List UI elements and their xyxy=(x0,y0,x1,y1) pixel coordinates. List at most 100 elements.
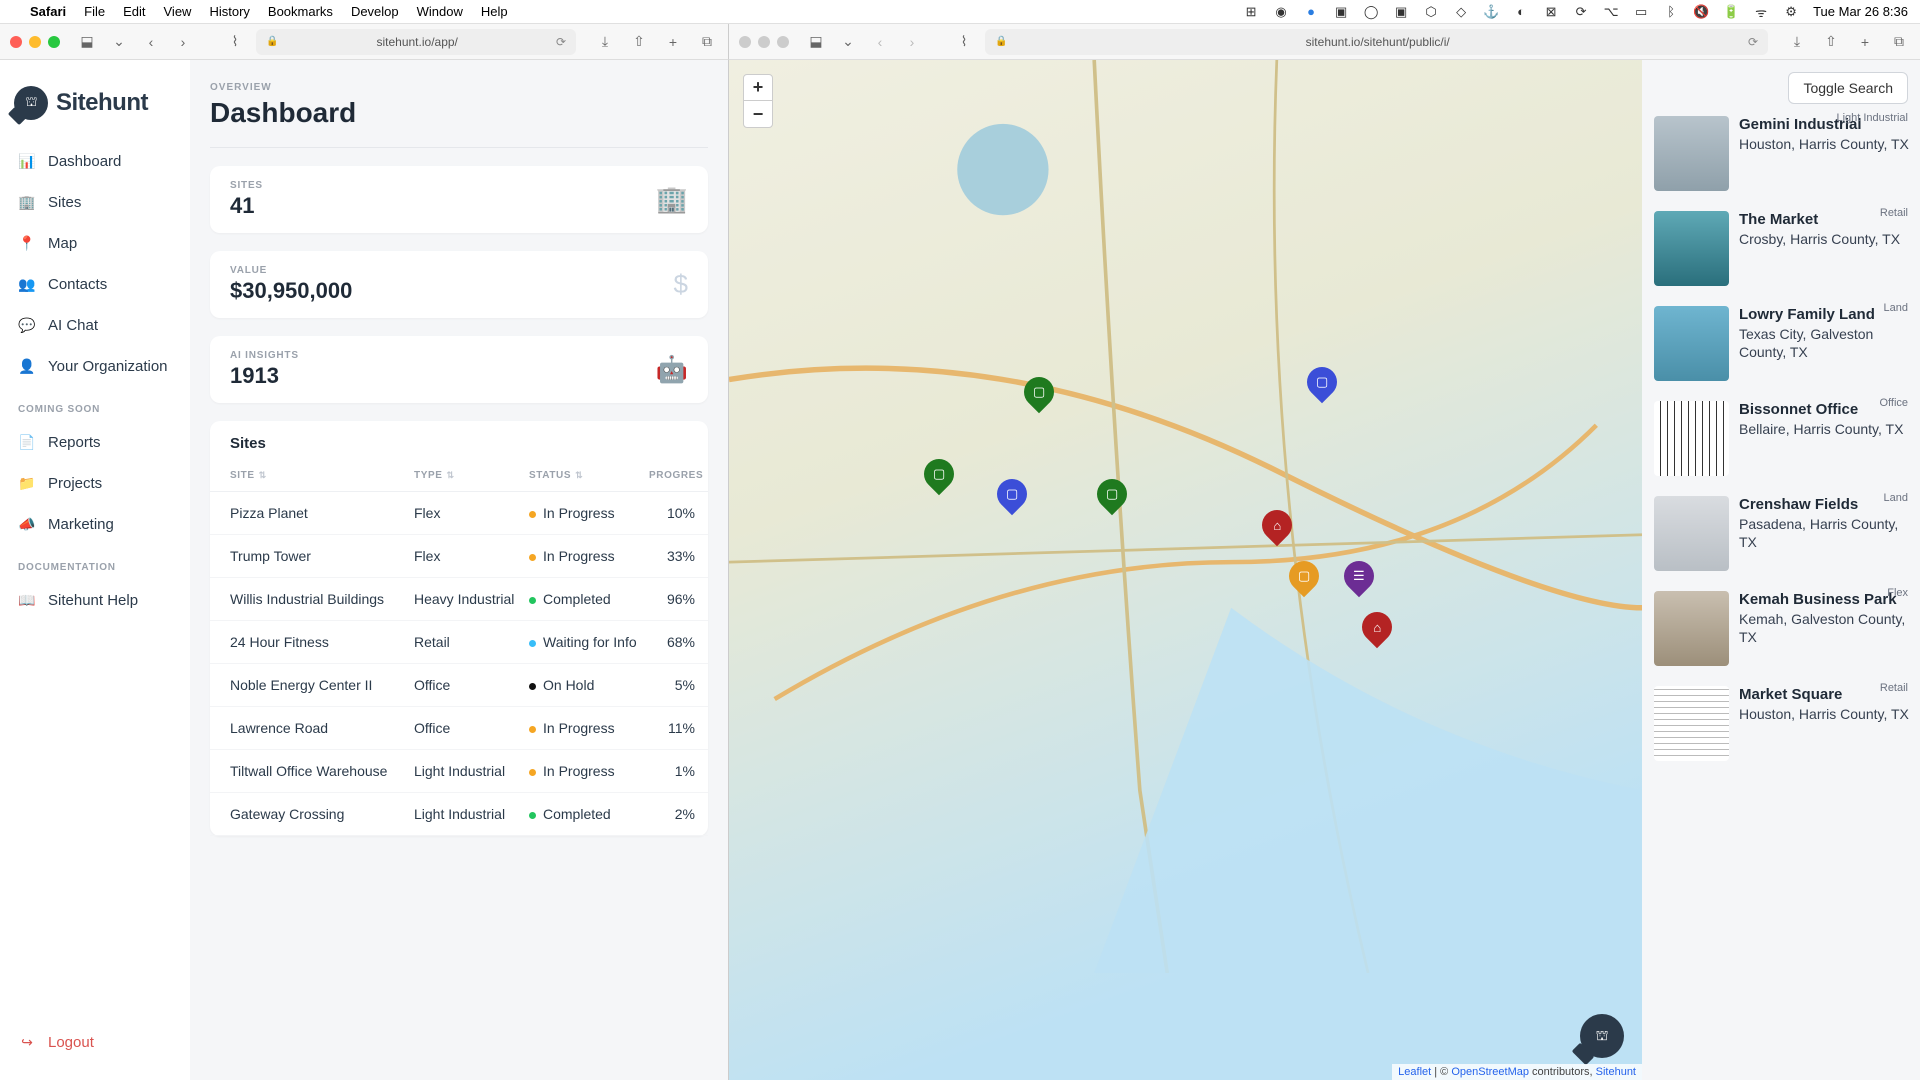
sidebar-item-logout[interactable]: ↪Logout xyxy=(12,1025,178,1060)
address-bar[interactable]: 🔒 sitehunt.io/app/ ⟳ xyxy=(256,29,576,55)
table-row[interactable]: Noble Energy Center IIOfficeOn Hold5% xyxy=(210,664,708,707)
table-row[interactable]: Trump TowerFlexIn Progress33% xyxy=(210,535,708,578)
share-icon[interactable]: ⇧ xyxy=(1820,31,1842,53)
map-pin[interactable]: ☰ xyxy=(1344,561,1374,601)
reload-icon[interactable]: ⟳ xyxy=(556,35,566,49)
rss-icon[interactable]: ⌇ xyxy=(224,31,246,53)
map-pin[interactable]: ▢ xyxy=(1289,561,1319,601)
tabs-icon[interactable]: ⧉ xyxy=(696,31,718,53)
sidebar-item-org[interactable]: 👤Your Organization xyxy=(12,349,178,384)
sidebar-item-help[interactable]: 📖Sitehunt Help xyxy=(12,583,178,618)
menu-history[interactable]: History xyxy=(209,4,249,19)
listing-card[interactable]: Bissonnet OfficeBellaire, Harris County,… xyxy=(1654,401,1912,476)
map-pin[interactable]: ▢ xyxy=(1307,367,1337,407)
sidebar-toggle-button[interactable]: ⬓ xyxy=(76,31,98,53)
window-close-icon[interactable] xyxy=(10,36,22,48)
table-row[interactable]: Tiltwall Office WarehouseLight Industria… xyxy=(210,750,708,793)
logo[interactable]: ⛫ Sitehunt xyxy=(12,80,178,138)
back-button[interactable]: ‹ xyxy=(869,31,891,53)
menubar-icon[interactable]: ◇ xyxy=(1453,4,1469,20)
menu-edit[interactable]: Edit xyxy=(123,4,145,19)
battery-icon[interactable]: 🔋 xyxy=(1723,4,1739,20)
window-zoom-icon[interactable] xyxy=(48,36,60,48)
map[interactable]: + − ▢▢▢▢▢⌂▢☰⌂ ⛫ Leaflet | © OpenStreetMa… xyxy=(729,60,1642,1080)
table-row[interactable]: Lawrence RoadOfficeIn Progress11% xyxy=(210,707,708,750)
forward-button[interactable]: › xyxy=(901,31,923,53)
window-zoom-icon[interactable] xyxy=(777,36,789,48)
leaflet-link[interactable]: Leaflet xyxy=(1398,1066,1431,1078)
app-name[interactable]: Safari xyxy=(30,4,66,19)
menu-window[interactable]: Window xyxy=(417,4,463,19)
control-center-icon[interactable]: ⚙ xyxy=(1783,4,1799,20)
table-row[interactable]: Pizza PlanetFlexIn Progress10% xyxy=(210,492,708,535)
map-pin[interactable]: ⌂ xyxy=(1362,612,1392,652)
window-close-icon[interactable] xyxy=(739,36,751,48)
menubar-icon[interactable]: ◉ xyxy=(1273,4,1289,20)
menubar-icon[interactable]: ▣ xyxy=(1393,4,1409,20)
menu-view[interactable]: View xyxy=(164,4,192,19)
menubar-icon[interactable]: ▣ xyxy=(1333,4,1349,20)
map-pin[interactable]: ▢ xyxy=(924,459,954,499)
forward-button[interactable]: › xyxy=(172,31,194,53)
sidebar-item-dashboard[interactable]: 📊Dashboard xyxy=(12,144,178,179)
menu-help[interactable]: Help xyxy=(481,4,508,19)
map-pin[interactable]: ⌂ xyxy=(1262,510,1292,550)
tabs-icon[interactable]: ⧉ xyxy=(1888,31,1910,53)
chevron-down-icon[interactable]: ⌄ xyxy=(837,31,859,53)
listing-card[interactable]: The MarketCrosby, Harris County, TXRetai… xyxy=(1654,211,1912,286)
table-row[interactable]: Willis Industrial BuildingsHeavy Industr… xyxy=(210,578,708,621)
window-minimize-icon[interactable] xyxy=(29,36,41,48)
menubar-icon[interactable]: ⬡ xyxy=(1423,4,1439,20)
sidebar-item-marketing[interactable]: 📣Marketing xyxy=(12,507,178,542)
reload-icon[interactable]: ⟳ xyxy=(1748,35,1758,49)
menubar-icon[interactable]: ⟳ xyxy=(1573,4,1589,20)
window-minimize-icon[interactable] xyxy=(758,36,770,48)
menubar-clock[interactable]: Tue Mar 26 8:36 xyxy=(1813,4,1908,19)
sidebar-item-map[interactable]: 📍Map xyxy=(12,226,178,261)
sidebar-item-contacts[interactable]: 👥Contacts xyxy=(12,267,178,302)
stat-card-value[interactable]: VALUE $30,950,000 $ xyxy=(210,251,708,318)
osm-link[interactable]: OpenStreetMap xyxy=(1451,1066,1529,1078)
col-site[interactable]: SITE⇅ xyxy=(230,470,414,481)
col-status[interactable]: STATUS⇅ xyxy=(529,470,649,481)
listing-card[interactable]: Market SquareHouston, Harris County, TXR… xyxy=(1654,686,1912,761)
menubar-icon[interactable]: ⚓ xyxy=(1483,4,1499,20)
map-pin[interactable]: ▢ xyxy=(997,479,1027,519)
menubar-icon[interactable]: ⌥ xyxy=(1603,4,1619,20)
listings-panel[interactable]: Toggle Search Gemini IndustrialHouston, … xyxy=(1642,60,1920,1080)
menu-bookmarks[interactable]: Bookmarks xyxy=(268,4,333,19)
wifi-icon[interactable]: ᯤ xyxy=(1753,4,1769,20)
address-bar[interactable]: 🔒 sitehunt.io/sitehunt/public/i/ ⟳ xyxy=(985,29,1768,55)
listing-card[interactable]: Kemah Business ParkKemah, Galveston Coun… xyxy=(1654,591,1912,666)
listing-card[interactable]: Lowry Family LandTexas City, Galveston C… xyxy=(1654,306,1912,381)
back-button[interactable]: ‹ xyxy=(140,31,162,53)
bluetooth-icon[interactable]: ᛒ xyxy=(1663,4,1679,20)
share-icon[interactable]: ⇧ xyxy=(628,31,650,53)
stat-card-sites[interactable]: SITES 41 🏢 xyxy=(210,166,708,233)
table-row[interactable]: Gateway CrossingLight IndustrialComplete… xyxy=(210,793,708,836)
menu-develop[interactable]: Develop xyxy=(351,4,399,19)
new-tab-icon[interactable]: + xyxy=(1854,31,1876,53)
stat-card-ai[interactable]: AI INSIGHTS 1913 🤖 xyxy=(210,336,708,403)
menubar-icon[interactable]: ⊞ xyxy=(1243,4,1259,20)
menubar-icon[interactable]: ◯ xyxy=(1363,4,1379,20)
chevron-down-icon[interactable]: ⌄ xyxy=(108,31,130,53)
sidebar-item-ai-chat[interactable]: 💬AI Chat xyxy=(12,308,178,343)
menu-file[interactable]: File xyxy=(84,4,105,19)
menubar-icon[interactable]: ● xyxy=(1303,4,1319,20)
sidebar-item-reports[interactable]: 📄Reports xyxy=(12,425,178,460)
col-type[interactable]: TYPE⇅ xyxy=(414,470,529,481)
listing-card[interactable]: Gemini IndustrialHouston, Harris County,… xyxy=(1654,116,1912,191)
menubar-icon[interactable]: ⊠ xyxy=(1543,4,1559,20)
downloads-icon[interactable]: ⤓ xyxy=(594,31,616,53)
table-row[interactable]: 24 Hour FitnessRetailWaiting for Info68% xyxy=(210,621,708,664)
new-tab-icon[interactable]: + xyxy=(662,31,684,53)
sitehunt-link[interactable]: Sitehunt xyxy=(1596,1066,1636,1078)
col-progress[interactable]: PROGRES xyxy=(649,470,703,481)
toggle-search-button[interactable]: Toggle Search xyxy=(1788,72,1908,104)
rss-icon[interactable]: ⌇ xyxy=(953,31,975,53)
menubar-icon[interactable]: ◐ xyxy=(1513,4,1529,20)
volume-icon[interactable]: 🔇 xyxy=(1693,4,1709,20)
downloads-icon[interactable]: ⤓ xyxy=(1786,31,1808,53)
sidebar-item-projects[interactable]: 📁Projects xyxy=(12,466,178,501)
